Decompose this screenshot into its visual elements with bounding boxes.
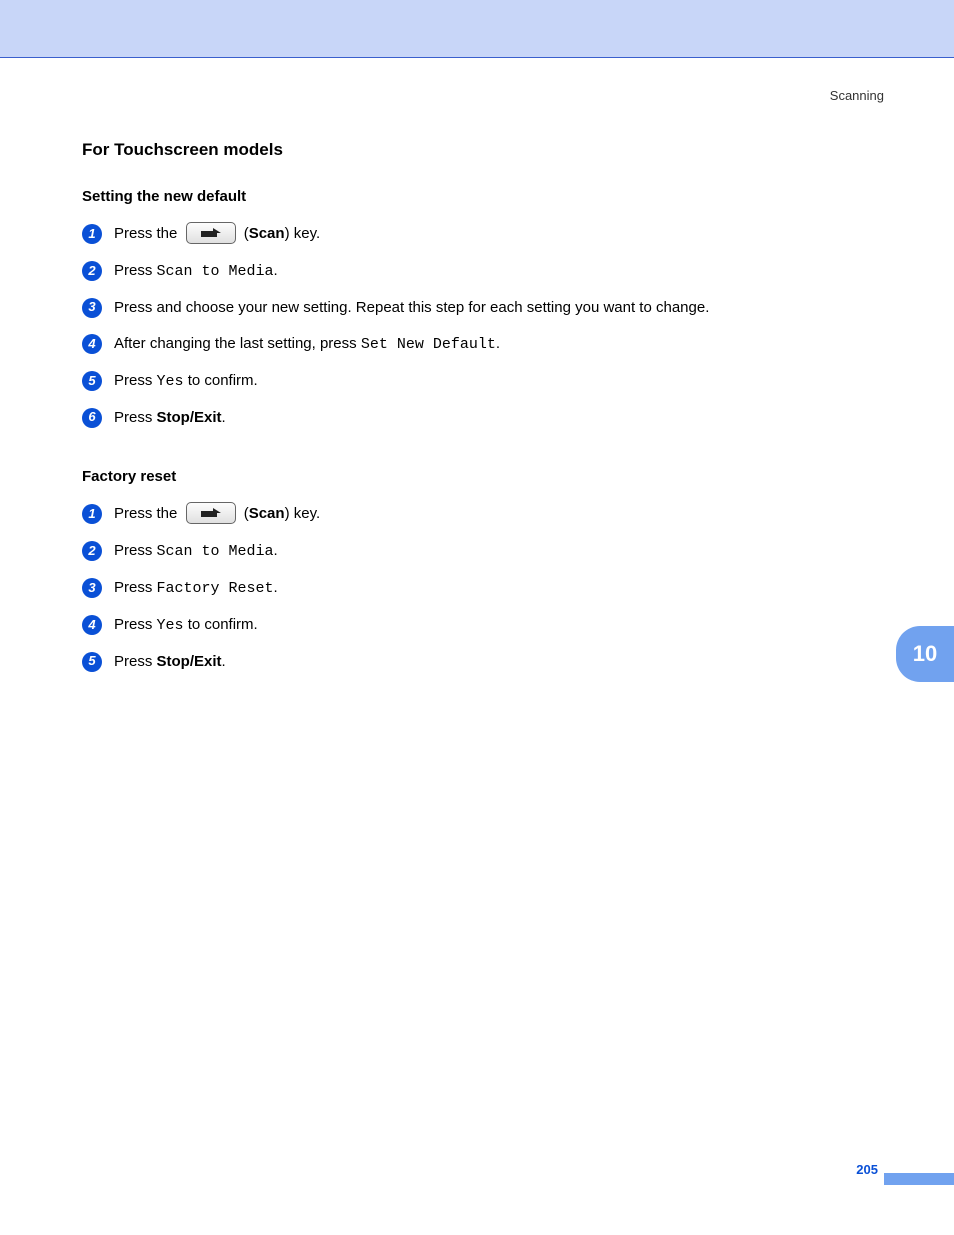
- step-text: Press and choose your new setting. Repea…: [114, 297, 709, 318]
- step-number-badge: 1: [82, 224, 102, 244]
- step-text-fragment: .: [274, 542, 278, 559]
- step-text-fragment: .: [496, 335, 500, 352]
- step-text: Press Factory Reset.: [114, 577, 278, 599]
- step-text-fragment: Press: [114, 653, 157, 670]
- main-content: For Touchscreen models Setting the new d…: [82, 140, 882, 687]
- step-text-mono: Yes: [157, 373, 184, 390]
- step-text-bold: Scan: [249, 505, 285, 522]
- step-text-mono: Factory Reset: [157, 580, 274, 597]
- scan-key-icon: [186, 502, 236, 524]
- step-text-mono: Set New Default: [361, 336, 496, 353]
- step-text: Press Scan to Media.: [114, 540, 278, 562]
- step-text-bold: Scan: [249, 225, 285, 242]
- step-number-badge: 5: [82, 652, 102, 672]
- step-text-fragment: .: [222, 409, 226, 426]
- subsection-heading: Setting the new default: [82, 188, 882, 205]
- step-number-badge: 3: [82, 298, 102, 318]
- step-text-fragment: Press: [114, 409, 157, 426]
- step-text-fragment: After changing the last setting, press: [114, 335, 361, 352]
- step-text-mono: Yes: [157, 617, 184, 634]
- step-text-mono: Scan to Media: [157, 263, 274, 280]
- step-text: Press Stop/Exit.: [114, 407, 226, 428]
- step-number-badge: 4: [82, 615, 102, 635]
- step-text-fragment: (: [240, 225, 249, 242]
- step-text-fragment: to confirm.: [184, 616, 258, 633]
- step-item: 4 After changing the last setting, press…: [82, 333, 882, 355]
- step-number-badge: 4: [82, 334, 102, 354]
- step-item: 1 Press the (Scan) key.: [82, 503, 882, 525]
- step-text: Press Stop/Exit.: [114, 651, 226, 672]
- step-text-fragment: Press: [114, 616, 157, 633]
- step-text-fragment: (: [240, 505, 249, 522]
- step-text: Press Scan to Media.: [114, 260, 278, 282]
- step-text-fragment: Press: [114, 542, 157, 559]
- step-item: 5 Press Stop/Exit.: [82, 651, 882, 672]
- step-text-fragment: to confirm.: [184, 372, 258, 389]
- step-text-fragment: ) key.: [285, 505, 321, 522]
- step-text: Press Yes to confirm.: [114, 614, 258, 636]
- step-number-badge: 3: [82, 578, 102, 598]
- step-text-fragment: Press: [114, 579, 157, 596]
- step-number-badge: 2: [82, 541, 102, 561]
- step-number-badge: 1: [82, 504, 102, 524]
- subsection-heading: Factory reset: [82, 468, 882, 485]
- step-item: 1 Press the (Scan) key.: [82, 223, 882, 245]
- step-item: 2 Press Scan to Media.: [82, 540, 882, 562]
- step-item: 3 Press and choose your new setting. Rep…: [82, 297, 882, 318]
- page-number-bar: [884, 1173, 954, 1185]
- step-text-fragment: ) key.: [285, 225, 321, 242]
- scan-key-icon: [186, 222, 236, 244]
- step-item: 2 Press Scan to Media.: [82, 260, 882, 282]
- chapter-label: Scanning: [830, 88, 884, 103]
- step-item: 4 Press Yes to confirm.: [82, 614, 882, 636]
- step-text-fragment: .: [274, 262, 278, 279]
- page-number: 205: [856, 1162, 878, 1177]
- step-text-fragment: Press the: [114, 225, 182, 242]
- step-text-fragment: Press: [114, 372, 157, 389]
- step-item: 5 Press Yes to confirm.: [82, 370, 882, 392]
- step-text-bold: Stop/Exit: [157, 653, 222, 670]
- header-band: [0, 0, 954, 58]
- step-text-fragment: Press: [114, 262, 157, 279]
- step-number-badge: 5: [82, 371, 102, 391]
- step-number-badge: 6: [82, 408, 102, 428]
- chapter-tab: 10: [896, 626, 954, 682]
- step-text-bold: Stop/Exit: [157, 409, 222, 426]
- step-text: Press Yes to confirm.: [114, 370, 258, 392]
- step-item: 3 Press Factory Reset.: [82, 577, 882, 599]
- step-text-fragment: .: [222, 653, 226, 670]
- step-text: Press the (Scan) key.: [114, 223, 320, 245]
- step-text-fragment: .: [274, 579, 278, 596]
- step-number-badge: 2: [82, 261, 102, 281]
- step-text: Press the (Scan) key.: [114, 503, 320, 525]
- step-item: 6 Press Stop/Exit.: [82, 407, 882, 428]
- step-text-fragment: Press the: [114, 505, 182, 522]
- section-heading: For Touchscreen models: [82, 140, 882, 160]
- step-text: After changing the last setting, press S…: [114, 333, 500, 355]
- step-text-mono: Scan to Media: [157, 543, 274, 560]
